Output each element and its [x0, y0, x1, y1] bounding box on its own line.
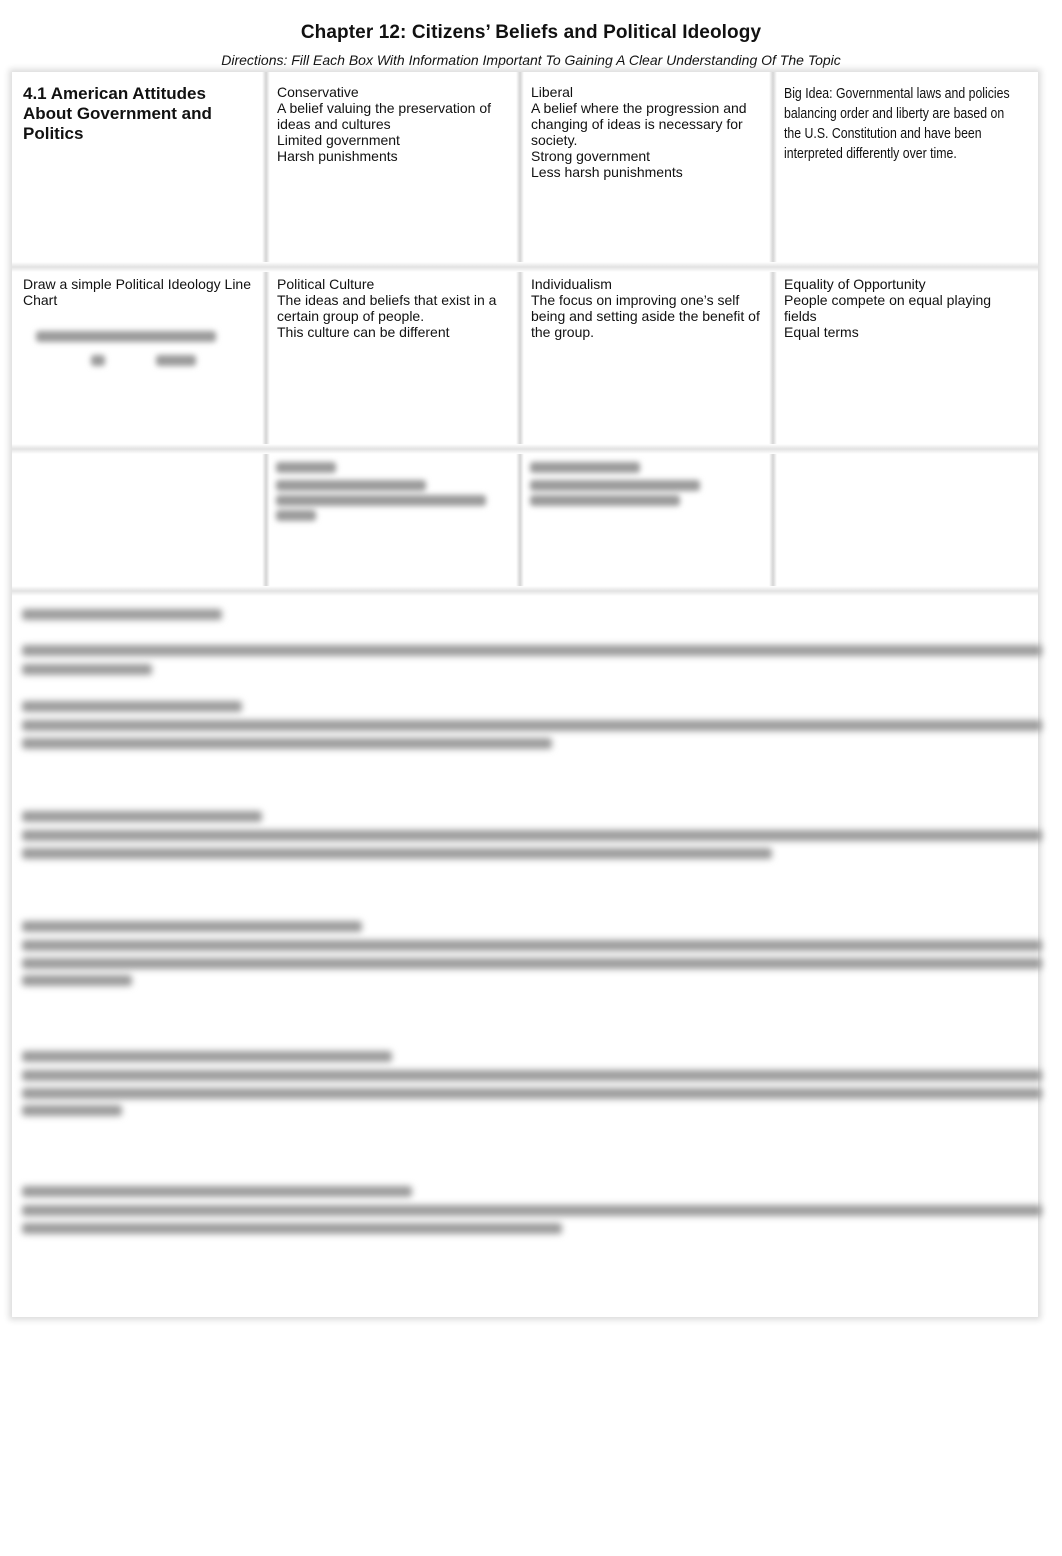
term-political-culture: Political Culture	[277, 276, 375, 292]
directions-text: Directions: Fill Each Box With Informati…	[221, 52, 841, 68]
document-title: Chapter 12: Citizens’ Beliefs and Politi…	[300, 22, 762, 43]
obscured-notes-section	[22, 605, 1052, 1242]
definition-line: Strong government	[531, 148, 651, 164]
definition-line: This culture can be different	[277, 324, 450, 340]
definition-line: People compete on equal playing fields	[784, 292, 992, 324]
definition-line: Equal terms	[784, 324, 859, 340]
conservative-cell[interactable]: Conservative A belief valuing the preser…	[266, 78, 516, 262]
row-divider	[12, 444, 1038, 454]
individualism-cell[interactable]: Individualism The focus on improving one…	[520, 270, 770, 444]
equality-cell[interactable]: Equality of Opportunity People compete o…	[773, 270, 1031, 444]
definition-line: The focus on improving one’s self being …	[531, 292, 760, 340]
big-idea-cell: Big Idea: Governmental laws and policies…	[773, 78, 1031, 262]
definition-line: depending on what you believe and	[277, 340, 508, 342]
blurred-cell-content	[270, 462, 500, 522]
section-heading-cell: 4.1 American Attitudes About Government …	[12, 78, 262, 262]
definition-line: A belief valuing the preservation of ide…	[277, 100, 492, 132]
blurred-cell-content	[524, 462, 754, 522]
definition-line: A belief where the progression and chang…	[531, 100, 747, 148]
term-liberal: Liberal	[531, 84, 574, 100]
blurred-line-chart-sketch	[36, 327, 236, 367]
term-equality-of-opportunity: Equality of Opportunity	[784, 276, 926, 292]
section-heading: 4.1 American Attitudes About Government …	[23, 84, 212, 143]
definition-line: The ideas and beliefs that exist in a ce…	[277, 292, 497, 324]
notes-table: 4.1 American Attitudes About Government …	[12, 72, 1038, 596]
liberal-cell[interactable]: Liberal A belief where the progression a…	[520, 78, 770, 262]
term-individualism: Individualism	[531, 276, 612, 292]
row-divider	[12, 586, 1038, 596]
political-culture-cell[interactable]: Political Culture The ideas and beliefs …	[266, 270, 516, 342]
definition-line: Harsh punishments	[277, 148, 398, 164]
term-conservative: Conservative	[277, 84, 359, 100]
definition-line: Limited government	[277, 132, 400, 148]
definition-line: Less harsh punishments	[531, 164, 683, 180]
chart-prompt: Draw a simple Political Ideology Line Ch…	[23, 276, 251, 308]
big-idea-text: Big Idea: Governmental laws and policies…	[784, 85, 1010, 162]
